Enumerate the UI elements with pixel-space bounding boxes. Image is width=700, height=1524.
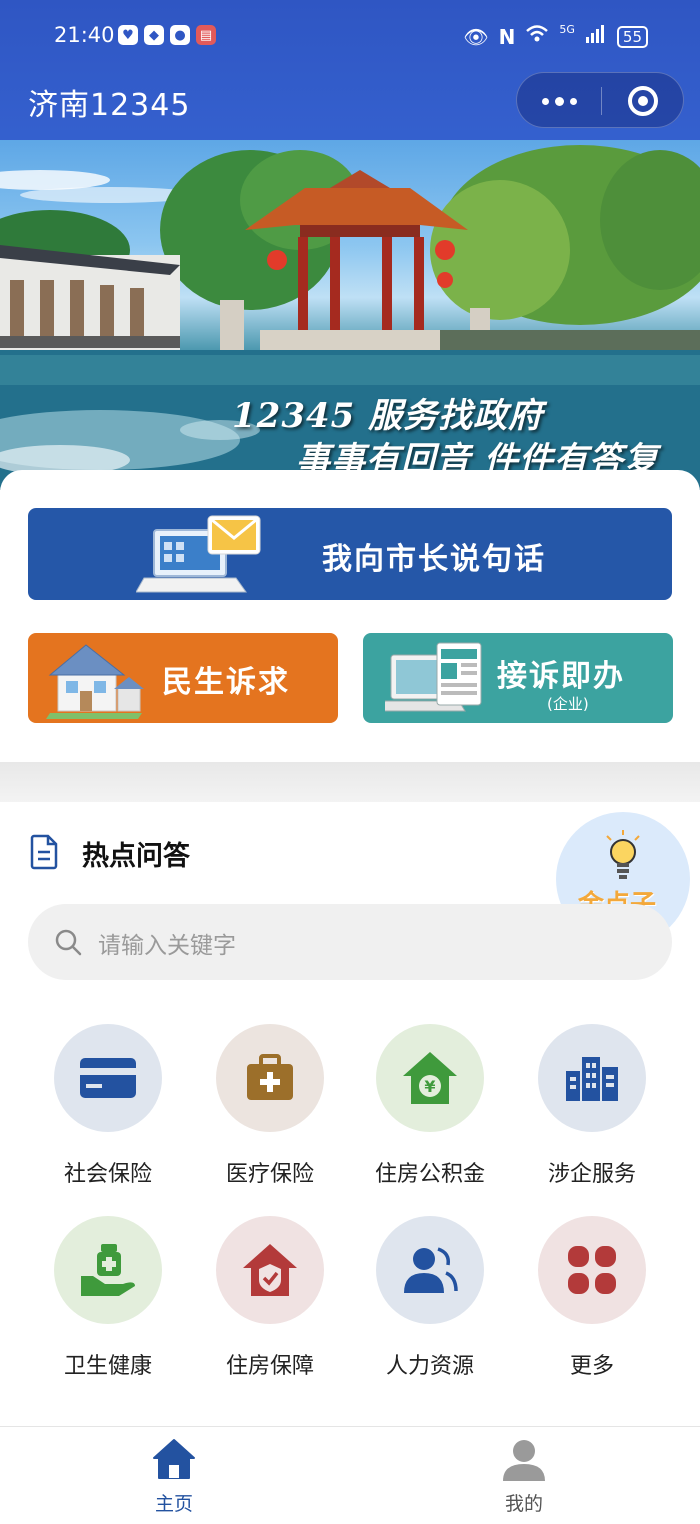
eye-icon: 👁 (463, 24, 489, 49)
banner-image[interactable]: 12345 服务找政府 事事有回音 件件有答复 (0, 140, 700, 490)
person-icon (404, 1247, 458, 1293)
chat-icon: ● (170, 25, 190, 45)
battery-indicator: 55 (616, 25, 648, 48)
enterprise-handling-button[interactable]: 接诉即办 (企业) (363, 633, 673, 723)
service-more[interactable]: 更多 (512, 1216, 672, 1386)
service-label: 人力资源 (385, 1354, 474, 1379)
tab-home-label: 主页 (154, 1493, 193, 1515)
service-label: 涉企服务 (547, 1162, 636, 1187)
service-icon-bg (54, 1024, 162, 1132)
lightbulb-icon (606, 830, 640, 879)
service-icon-bg (538, 1216, 646, 1324)
app-title: 济南12345 (28, 88, 191, 123)
service-icon-bg (216, 1216, 324, 1324)
house-icon (46, 644, 144, 719)
house-shield-icon (243, 1244, 297, 1296)
notification-icons: ♥ ◆ ● ▤ (118, 25, 216, 45)
search-icon (55, 929, 82, 956)
service-housing-fund[interactable]: ¥ 住房公积金 (350, 1024, 510, 1194)
enterprise-handling-label: 接诉即办 (497, 659, 625, 694)
more-grid-icon (568, 1246, 616, 1294)
target-icon (628, 86, 658, 116)
buildings-icon (566, 1057, 618, 1101)
book-icon: ▤ (196, 25, 216, 45)
service-label: 住房公积金 (374, 1162, 485, 1187)
livelihood-appeal-label: 民生诉求 (162, 665, 290, 700)
more-dot-icon (541, 97, 549, 105)
livelihood-appeal-button[interactable]: 民生诉求 (28, 633, 338, 723)
tab-home[interactable]: 主页 (94, 1427, 254, 1524)
svg-text:¥: ¥ (424, 1077, 435, 1096)
tab-mine-label: 我的 (504, 1493, 543, 1515)
close-miniprogram-button[interactable] (601, 73, 685, 129)
status-bar: 21:40 ♥ ◆ ● ▤ 👁 N 5G 55 (0, 18, 700, 54)
action-card: 我向市长说句话 民生诉求 接诉即办 (企业) (0, 470, 700, 770)
search-input[interactable]: 请输入关键字 (28, 904, 672, 980)
search-placeholder: 请输入关键字 (98, 933, 236, 959)
service-label: 医疗保险 (225, 1162, 314, 1187)
status-time: 21:40 (54, 23, 115, 47)
service-housing-security[interactable]: 住房保障 (190, 1216, 350, 1386)
service-icon-bg (538, 1024, 646, 1132)
service-social-insurance[interactable]: 社会保险 (28, 1024, 188, 1194)
enterprise-subtitle: (企业) (547, 695, 589, 713)
service-health[interactable]: 卫生健康 (28, 1216, 188, 1386)
talk-to-mayor-button[interactable]: 我向市长说句话 (28, 508, 672, 600)
service-label: 卫生健康 (63, 1354, 152, 1379)
medkit-icon (247, 1054, 293, 1100)
service-label: 更多 (569, 1354, 614, 1379)
nfc-icon: N (498, 24, 516, 49)
app-header: 21:40 ♥ ◆ ● ▤ 👁 N 5G 55 济南12345 (0, 0, 700, 150)
more-dot-icon (569, 97, 577, 105)
laptop-mail-icon (136, 515, 261, 593)
network-type: 5G (559, 23, 575, 36)
house-yuan-icon: ¥ (403, 1052, 457, 1104)
service-enterprise[interactable]: 涉企服务 (512, 1024, 672, 1194)
service-label: 住房保障 (225, 1354, 314, 1379)
tab-mine[interactable]: 我的 (444, 1427, 604, 1524)
home-icon (153, 1439, 195, 1479)
service-medical-insurance[interactable]: 医疗保险 (190, 1024, 350, 1194)
health-hand-icon (81, 1244, 135, 1296)
more-dot-icon (554, 96, 564, 106)
system-icons: 👁 N 5G 55 (463, 23, 648, 49)
service-icon-bg (216, 1024, 324, 1132)
service-human-resources[interactable]: 人力资源 (350, 1216, 510, 1386)
miniprogram-capsule (516, 72, 684, 128)
service-icon-bg (54, 1216, 162, 1324)
service-icon-bg (376, 1216, 484, 1324)
wifi-icon (525, 24, 549, 49)
document-icon (30, 834, 58, 870)
service-icon-bg: ¥ (376, 1024, 484, 1132)
heart-icon: ♥ (118, 25, 138, 45)
app-icon: ◆ (144, 25, 164, 45)
more-options-button[interactable] (517, 73, 601, 129)
user-icon (503, 1440, 545, 1481)
service-label: 社会保险 (63, 1162, 152, 1187)
talk-to-mayor-label: 我向市长说句话 (322, 542, 546, 577)
bottom-tab-bar: 主页 我的 (0, 1426, 700, 1524)
section-divider (0, 762, 700, 802)
computer-document-icon (385, 642, 482, 712)
hot-qa-title: 热点问答 (82, 841, 190, 872)
banner-slogan-line1: 12345 服务找政府 (232, 396, 544, 436)
card-icon (80, 1058, 136, 1098)
signal-icon (585, 24, 607, 49)
